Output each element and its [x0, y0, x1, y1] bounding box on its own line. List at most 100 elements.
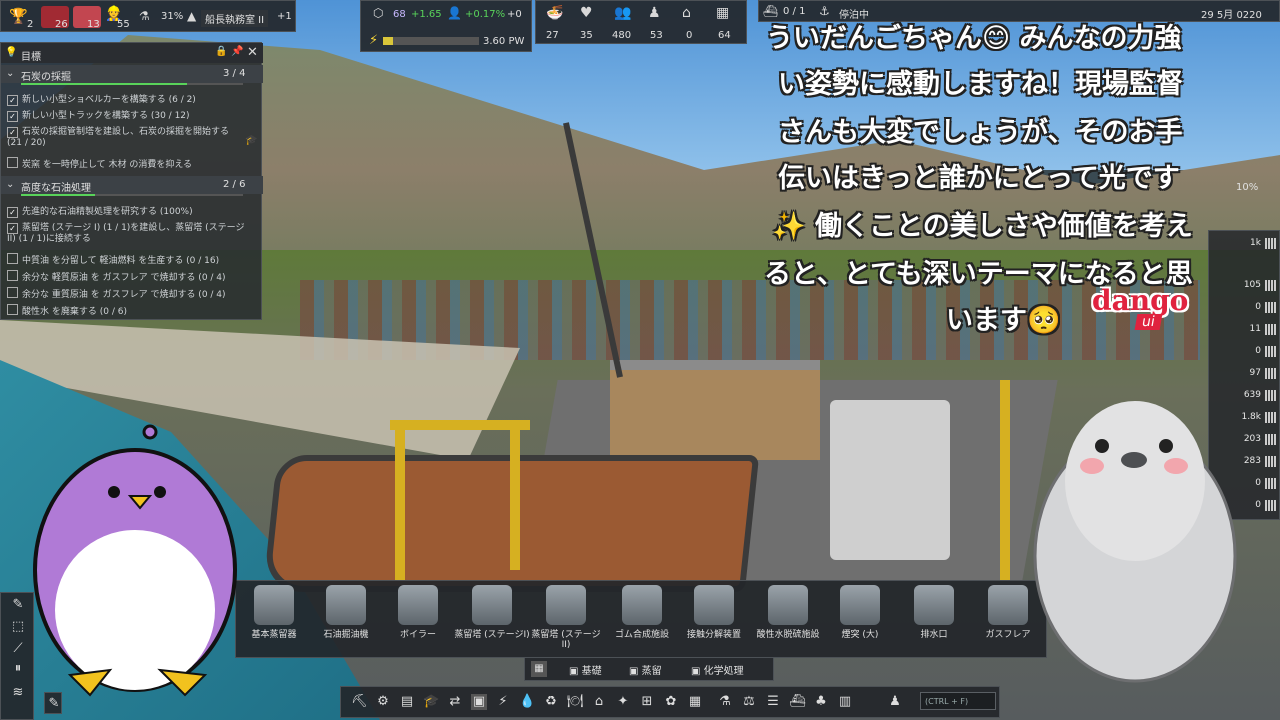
checkbox[interactable]: ✓ [7, 127, 18, 138]
tab-basic[interactable]: ▣ 基礎 [569, 662, 602, 677]
build-item[interactable]: ボイラー [380, 585, 456, 655]
build-item[interactable]: 酸性水脱硫施設 [750, 585, 826, 655]
building-thumbnail [398, 585, 438, 625]
build-item-label: 排水口 [920, 630, 948, 640]
objective-task[interactable]: 酸性水 を廃棄する (0 / 6) [7, 304, 259, 318]
ship-icon[interactable]: ⛴ [789, 694, 806, 710]
build-item[interactable]: 排水口 [896, 585, 972, 655]
decor-icon[interactable]: ✿ [663, 694, 679, 710]
worker-icon[interactable]: ♟ [648, 5, 661, 21]
checkbox[interactable]: ✓ [7, 223, 18, 234]
chevron-down-icon[interactable]: ⌄ [6, 179, 14, 190]
objective-task[interactable]: 炭窯 を一時停止して 木材 の消費を抑える [7, 157, 259, 171]
oil-icon[interactable]: ▣ [471, 694, 487, 710]
objective-task[interactable]: ✓ 新しい小型ショベルカーを構築する (6 / 2) [7, 95, 259, 106]
building-thumbnail [622, 585, 662, 625]
health-icon[interactable]: ♥ [580, 5, 593, 21]
objective-task[interactable]: ✓ 石炭の採掘管制塔を建設し、石炭の採掘を開始する (21 / 20) [7, 127, 237, 149]
population-icon[interactable]: ⬡ [373, 6, 383, 20]
yellow-crane[interactable] [390, 420, 530, 430]
unity-percent: 31% [161, 11, 184, 22]
resource-row[interactable]: 0 [1213, 343, 1279, 361]
pin-icon[interactable]: 📌 [231, 46, 243, 57]
build-item[interactable]: 接触分解装置 [676, 585, 752, 655]
section-title: 石炭の採掘 [21, 72, 71, 83]
factory-icon[interactable]: ▥ [837, 694, 853, 710]
logistics-icon[interactable]: ⇄ [447, 694, 463, 710]
people-icon[interactable]: 👥 [614, 5, 631, 21]
section-progress-fill [21, 83, 187, 85]
power-icon[interactable]: ⚡ [369, 33, 378, 48]
control-tower[interactable] [830, 400, 950, 560]
checkbox[interactable]: ✓ [7, 95, 18, 106]
home-icon[interactable]: ⌂ [682, 5, 691, 21]
build-item[interactable]: 蒸留塔 (ステージII) [528, 585, 604, 655]
grey-penguin-avatar [1033, 401, 1237, 683]
tree-icon[interactable]: ♣ [813, 694, 829, 710]
objective-task[interactable]: 中質油 を分留して 軽油燃料 を生産する (0 / 16) [7, 253, 259, 267]
road-icon[interactable]: ⊞ [639, 694, 655, 710]
build-item[interactable]: 蒸留塔 (ステージI) [454, 585, 530, 655]
stat-people: 480 [612, 30, 632, 41]
graduation-cap-icon: 🎓 [245, 135, 258, 146]
vehicle-icon[interactable]: ▦ [716, 5, 729, 21]
flask-icon[interactable]: ⚗ [717, 694, 733, 710]
yellow-crane-leg [1000, 380, 1010, 580]
food-icon[interactable]: 🍜 [546, 5, 563, 21]
tab-chemical[interactable]: ▣ 化学処理 [691, 662, 744, 677]
section-progress: 3 / 4 [223, 68, 246, 79]
checkbox[interactable]: ✓ [7, 207, 18, 218]
balance-icon[interactable]: ⚖ [741, 694, 757, 710]
grid-icon[interactable]: ▦ [531, 661, 547, 677]
storage-icon[interactable]: ▤ [399, 694, 415, 710]
power-icon[interactable]: ⚡ [495, 694, 511, 710]
building-thumbnail [472, 585, 512, 625]
objective-task[interactable]: ✓ 新しい小型トラックを構築する (30 / 12) [7, 111, 259, 122]
home-icon[interactable]: ⌂ [591, 694, 607, 710]
comment-line: ういだんごちゃん😊 みんなの力強 [766, 23, 1182, 54]
research-icon[interactable]: 🎓 [423, 694, 439, 710]
mining-icon[interactable]: ⛏ [351, 694, 368, 710]
objective-task[interactable]: ✓ 蒸留塔 (ステージ I) (1 / 1)を建設し、蒸留塔 (ステージ II) … [7, 223, 247, 245]
trophy-icon[interactable]: 🏆 [9, 7, 28, 25]
water-icon[interactable]: 💧 [519, 694, 535, 710]
build-item[interactable]: 石油掘油機 [308, 585, 384, 655]
military-icon[interactable]: ✦ [615, 694, 631, 710]
growth-icon[interactable]: 👤 [447, 6, 462, 20]
checkbox[interactable] [7, 270, 18, 281]
bar-icon [1265, 390, 1277, 401]
food-icon[interactable]: 🍽 [567, 694, 584, 710]
objective-section[interactable]: ⌄ 高度な石油処理 2 / 6 [1, 176, 263, 194]
checkbox[interactable]: ✓ [7, 111, 18, 122]
office-label[interactable]: 船長執務室 II [201, 10, 269, 27]
terrain-icon[interactable]: ▦ [687, 694, 703, 710]
objective-task[interactable]: ✓ 先進的な石油精製処理を研究する (100%) [7, 207, 259, 218]
objective-task[interactable]: 余分な 軽質原油 を ガスフレア で焼却する (0 / 4) [7, 270, 259, 284]
flask-icon[interactable]: ⚗ [139, 9, 150, 23]
build-search-input[interactable]: (CTRL + F) [920, 692, 996, 710]
tab-distillation[interactable]: ▣ 蒸留 [629, 662, 662, 677]
power-bar [383, 37, 479, 45]
waste-icon[interactable]: ♻ [543, 694, 559, 710]
chevron-down-icon[interactable]: ⌄ [6, 68, 14, 79]
warehouse[interactable] [610, 360, 820, 460]
build-item[interactable]: ゴム合成施設 [604, 585, 680, 655]
top-left-bar: 🏆 2 26 13 👷 55 ⚗ 31% ▲ 船長執務室 II +1 [0, 0, 296, 32]
people-icon[interactable]: ♟ [887, 694, 903, 710]
checkbox[interactable] [7, 157, 18, 168]
checkbox[interactable] [7, 304, 18, 315]
lock-icon[interactable]: 🔒 [215, 46, 227, 57]
build-menu: 基本蒸留器 石油掘油機 ボイラー 蒸留塔 (ステージI) 蒸留塔 (ステージII… [235, 580, 1047, 658]
build-item-label: ゴム合成施設 [614, 630, 669, 640]
rail-icon[interactable]: ☰ [765, 694, 781, 710]
checkbox[interactable] [7, 287, 18, 298]
objective-section[interactable]: ⌄ 石炭の採掘 3 / 4 [1, 65, 263, 83]
checkbox[interactable] [7, 253, 18, 264]
objective-task[interactable]: 余分な 重質原油 を ガスフレア で焼却する (0 / 4) [7, 287, 259, 301]
close-icon[interactable]: ✕ [247, 45, 258, 60]
building-thumbnail [914, 585, 954, 625]
build-item[interactable]: 煙突 (大) [822, 585, 898, 655]
population-value: 68 [393, 9, 406, 20]
resource-row[interactable]: 97 [1213, 365, 1279, 383]
production-icon[interactable]: ⚙ [375, 694, 391, 710]
